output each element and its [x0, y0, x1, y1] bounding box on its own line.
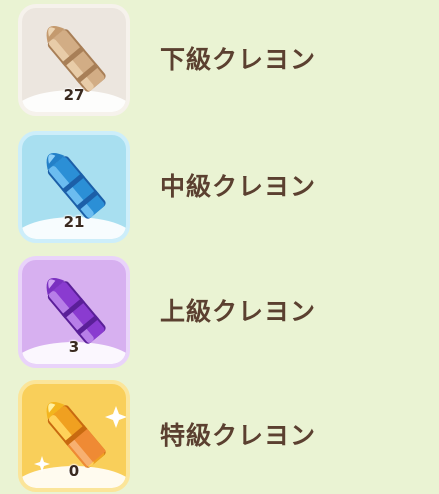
item-row-upper-crayon[interactable]: 3 上級クレヨン: [0, 252, 439, 370]
item-row-middle-crayon[interactable]: 21 中級クレヨン: [0, 127, 439, 245]
item-count: 21: [63, 213, 85, 231]
item-tile[interactable]: 3: [18, 256, 130, 368]
item-row-lower-crayon[interactable]: 27 下級クレヨン: [0, 0, 439, 118]
item-tile[interactable]: 21: [18, 131, 130, 243]
item-count: 27: [63, 86, 85, 104]
item-row-special-crayon[interactable]: 0 特級クレヨン: [0, 376, 439, 494]
item-name: 下級クレヨン: [160, 45, 317, 74]
item-tile[interactable]: 27: [18, 4, 130, 116]
sparkle-icon: [105, 406, 126, 428]
item-name: 特級クレヨン: [160, 421, 317, 450]
item-tile[interactable]: 0: [18, 380, 130, 492]
item-count: 0: [68, 462, 80, 480]
item-name: 中級クレヨン: [160, 172, 317, 201]
item-count: 3: [68, 338, 80, 356]
item-name: 上級クレヨン: [160, 297, 317, 326]
